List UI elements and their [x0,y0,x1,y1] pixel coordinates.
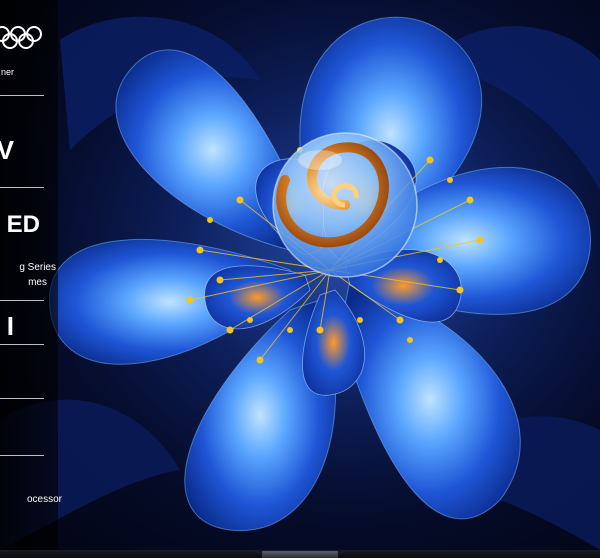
divider [0,95,44,96]
divider [0,300,44,301]
spec-panel: ner V ED g Series mes I ocessor [0,0,62,550]
divider [0,344,44,345]
spec-series-line-1: g Series [19,262,56,273]
spec-heading-3: I [6,311,14,341]
divider [0,398,44,399]
spec-heading-2: ED [6,211,40,238]
divider [0,455,44,456]
partner-text: ner [0,67,14,77]
divider [0,187,44,188]
spec-heading-1: V [0,135,14,165]
olympic-rings-icon [0,26,42,49]
tv-screen: ner V ED g Series mes I ocessor [0,0,600,550]
flower-artwork [0,0,600,550]
spec-series-line-2: mes [28,277,47,288]
tv-stand [262,551,338,558]
processor-text: ocessor [26,494,62,505]
